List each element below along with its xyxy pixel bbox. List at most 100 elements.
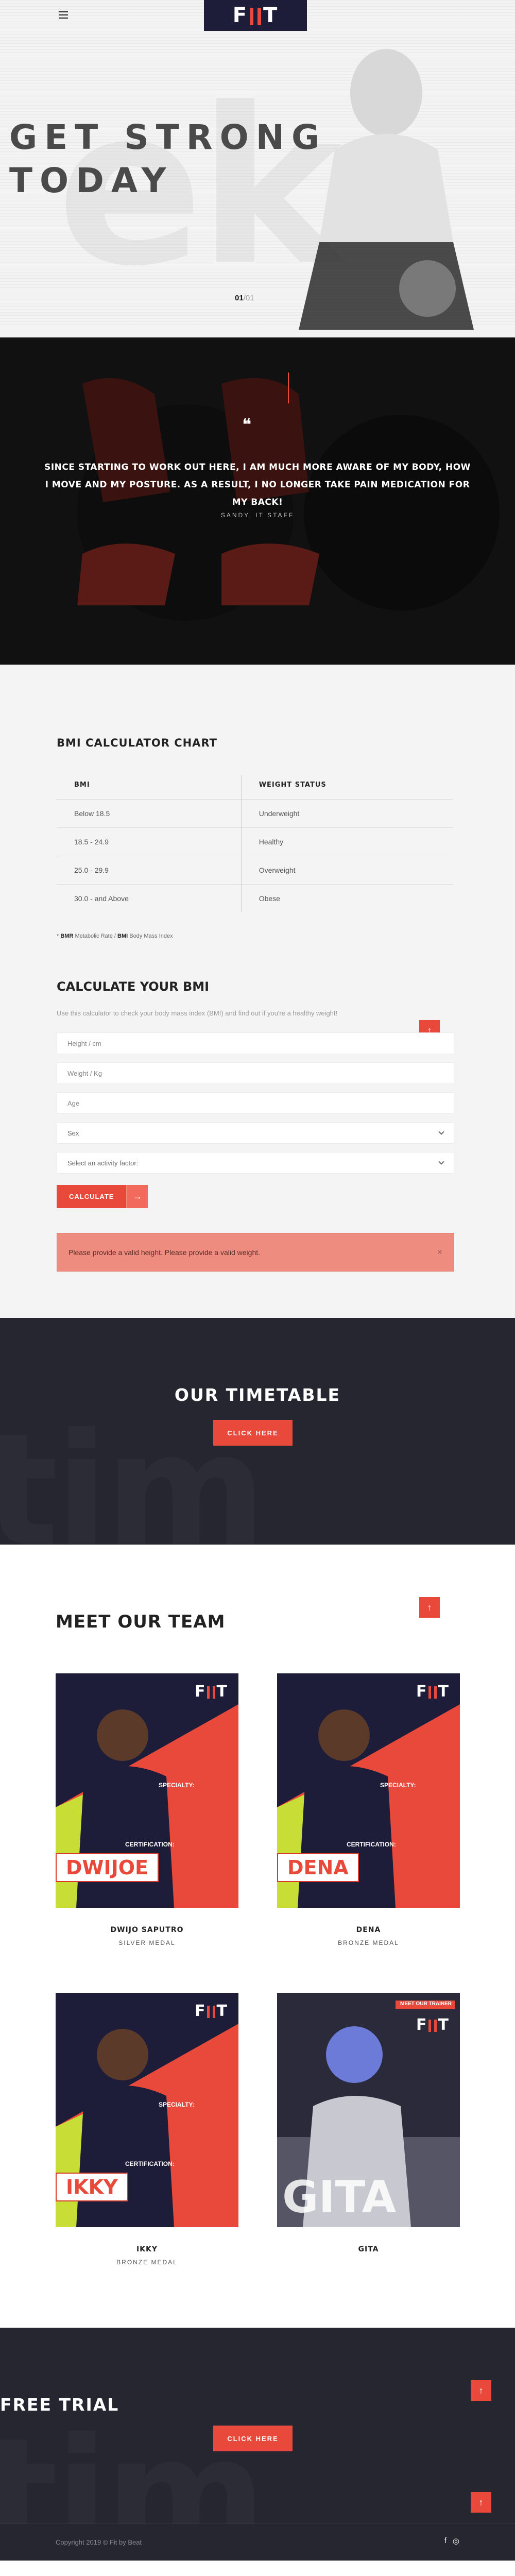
weight-status-column-header: WEIGHT STATUS <box>259 781 327 789</box>
arrow-right-icon: → <box>126 1185 148 1208</box>
card-logo: FT <box>195 2002 227 2020</box>
card-logo: FT <box>416 2016 449 2034</box>
activity-select-value: Select an activity factor: <box>67 1159 139 1167</box>
social-links: f ◎ <box>444 2536 459 2546</box>
card-badge: MEET OUR TRAINER <box>400 2001 452 2007</box>
calculate-bmi-description: Use this calculator to check your body m… <box>57 1009 338 1017</box>
member-role: SILVER MEDAL <box>118 1939 176 1946</box>
chevron-down-icon <box>438 1159 444 1165</box>
weight-status: Obese <box>241 884 453 912</box>
member-name: DENA <box>356 1926 381 1934</box>
free-trial-section: tim ↑ FREE TRIAL CLICK HERE <box>0 2328 515 2523</box>
bmi-range: Below 18.5 <box>57 799 242 828</box>
slide-total: /01 <box>243 294 254 302</box>
table-row: 18.5 - 24.9 Healthy <box>57 827 453 856</box>
site-footer: Copyright 2019 © Fit by Beat f ◎ ↑ <box>0 2492 515 2561</box>
card-certification-label: CERTIFICATION: <box>347 1841 396 1848</box>
timetable-section: tim OUR TIMETABLE CLICK HERE <box>0 1318 515 1545</box>
card-logo: FT <box>416 1683 449 1701</box>
site-header: FT <box>0 0 515 31</box>
bmi-table: BMI WEIGHT STATUS Below 18.5 Underweight … <box>57 775 453 912</box>
team-section: ↑ MEET OUR TEAM FT SPECIALTY: CERTIFICAT… <box>0 1545 515 2328</box>
calculate-button-label: CALCULATE <box>57 1185 127 1208</box>
trainer-card-image: FT SPECIALTY: CERTIFICATION: IKKY <box>56 1993 238 2227</box>
team-member-card[interactable]: FT SPECIALTY: CERTIFICATION: IKKY IKKY B… <box>56 1993 238 2266</box>
weight-status: Healthy <box>241 827 453 856</box>
bmr-definition: Metabolic Rate / <box>73 933 117 939</box>
scroll-top-button[interactable]: ↑ <box>471 2492 491 2513</box>
timetable-title: OUR TIMETABLE <box>174 1385 341 1405</box>
copyright-text: Copyright 2019 © Fit by Beat <box>56 2538 142 2546</box>
table-row: 25.0 - 29.9 Overweight <box>57 856 453 885</box>
testimonial-author: SANDY, IT STAFF <box>220 512 295 519</box>
facebook-icon[interactable]: f <box>444 2536 447 2546</box>
hero-title-line-2: TODAY <box>9 161 174 200</box>
bmi-range: 25.0 - 29.9 <box>57 856 242 885</box>
team-member-card[interactable]: FT SPECIALTY: CERTIFICATION: DENA DENA B… <box>277 1673 460 1946</box>
table-row: 30.0 - and Above Obese <box>57 884 453 912</box>
scroll-top-button[interactable]: ↑ <box>419 1597 440 1618</box>
card-certification-label: CERTIFICATION: <box>125 2160 175 2167</box>
hero-title: GET STRONG TODAY <box>9 116 327 202</box>
trainer-card-image: FT SPECIALTY: CERTIFICATION: DENA <box>277 1673 460 1908</box>
hero-section: ek GET STRONG TODAY 01/01 <box>0 0 515 337</box>
team-grid: FT SPECIALTY: CERTIFICATION: DWIJOE DWIJ… <box>56 1673 460 2266</box>
hero-title-line-1: GET STRONG <box>9 117 327 157</box>
bmi-range: 18.5 - 24.9 <box>57 827 242 856</box>
close-icon[interactable]: × <box>437 1247 442 1258</box>
sex-select[interactable]: Sex <box>57 1122 454 1144</box>
bmi-abbrev: BMI <box>117 933 128 939</box>
validation-alert: Please provide a valid height. Please pr… <box>57 1233 454 1272</box>
testimonial-section: ❝ SINCE STARTING TO WORK OUT HERE, I AM … <box>0 337 515 665</box>
team-member-card[interactable]: FT MEET OUR TRAINER GITA GITA <box>277 1993 460 2266</box>
member-name: GITA <box>358 2245 379 2253</box>
member-role: BRONZE MEDAL <box>116 2259 178 2266</box>
card-name-tag: DWIJOE <box>56 1853 159 1882</box>
card-specialty-label: SPECIALTY: <box>159 1782 195 1789</box>
bmi-range: 30.0 - and Above <box>57 884 242 912</box>
activity-select[interactable]: Select an activity factor: <box>57 1152 454 1174</box>
quote-icon: ❝ <box>242 415 252 435</box>
team-member-card[interactable]: FT SPECIALTY: CERTIFICATION: DWIJOE DWIJ… <box>56 1673 238 1946</box>
card-logo: FT <box>195 1683 227 1701</box>
chevron-down-icon <box>438 1129 444 1135</box>
member-role: BRONZE MEDAL <box>338 1939 399 1946</box>
slide-counter: 01/01 <box>235 294 254 302</box>
height-field <box>57 1032 454 1054</box>
timetable-button[interactable]: CLICK HERE <box>213 1420 293 1446</box>
age-input[interactable] <box>67 1099 443 1107</box>
bmr-abbrev: BMR <box>60 933 74 939</box>
weight-field <box>57 1062 454 1084</box>
team-title: MEET OUR TEAM <box>56 1612 226 1632</box>
table-row: Below 18.5 Underweight <box>57 799 453 828</box>
card-name-tag: DENA <box>277 1853 359 1882</box>
card-specialty-label: SPECIALTY: <box>159 2101 195 2108</box>
bmi-definition: Body Mass Index <box>128 933 173 939</box>
member-name: DWIJO SAPUTRO <box>110 1926 184 1934</box>
card-name-tag: GITA <box>282 2172 397 2223</box>
trainer-card-image: FT MEET OUR TRAINER GITA <box>277 1993 460 2227</box>
free-trial-button[interactable]: CLICK HERE <box>213 2426 293 2451</box>
testimonial-divider <box>288 372 289 403</box>
sex-select-value: Sex <box>67 1129 79 1137</box>
bmi-column-header: BMI <box>57 775 242 800</box>
card-name-tag: IKKY <box>56 2173 128 2201</box>
bmi-section: BMI CALCULATOR CHART BMI WEIGHT STATUS B… <box>0 665 515 1391</box>
slide-current: 01 <box>235 294 244 302</box>
calculate-button[interactable]: CALCULATE → <box>57 1185 148 1208</box>
bmi-footnote: * BMR Metabolic Rate / BMI Body Mass Ind… <box>57 933 173 939</box>
instagram-icon[interactable]: ◎ <box>453 2536 459 2546</box>
card-specialty-label: SPECIALTY: <box>380 1782 416 1789</box>
member-name: IKKY <box>136 2245 158 2253</box>
height-input[interactable] <box>67 1039 443 1047</box>
weight-status: Overweight <box>241 856 453 885</box>
hamburger-menu-icon[interactable] <box>59 11 68 19</box>
bmi-chart-title: BMI CALCULATOR CHART <box>57 737 217 749</box>
calculate-bmi-title: CALCULATE YOUR BMI <box>57 979 210 994</box>
weight-input[interactable] <box>67 1069 443 1077</box>
free-trial-title: FREE TRIAL <box>0 2395 119 2415</box>
bmi-form: Sex Select an activity factor: CALCULATE… <box>57 1032 454 1208</box>
validation-alert-text: Please provide a valid height. Please pr… <box>68 1248 261 1257</box>
trainer-card-image: FT SPECIALTY: CERTIFICATION: DWIJOE <box>56 1673 238 1908</box>
site-logo[interactable]: FT <box>204 0 307 31</box>
